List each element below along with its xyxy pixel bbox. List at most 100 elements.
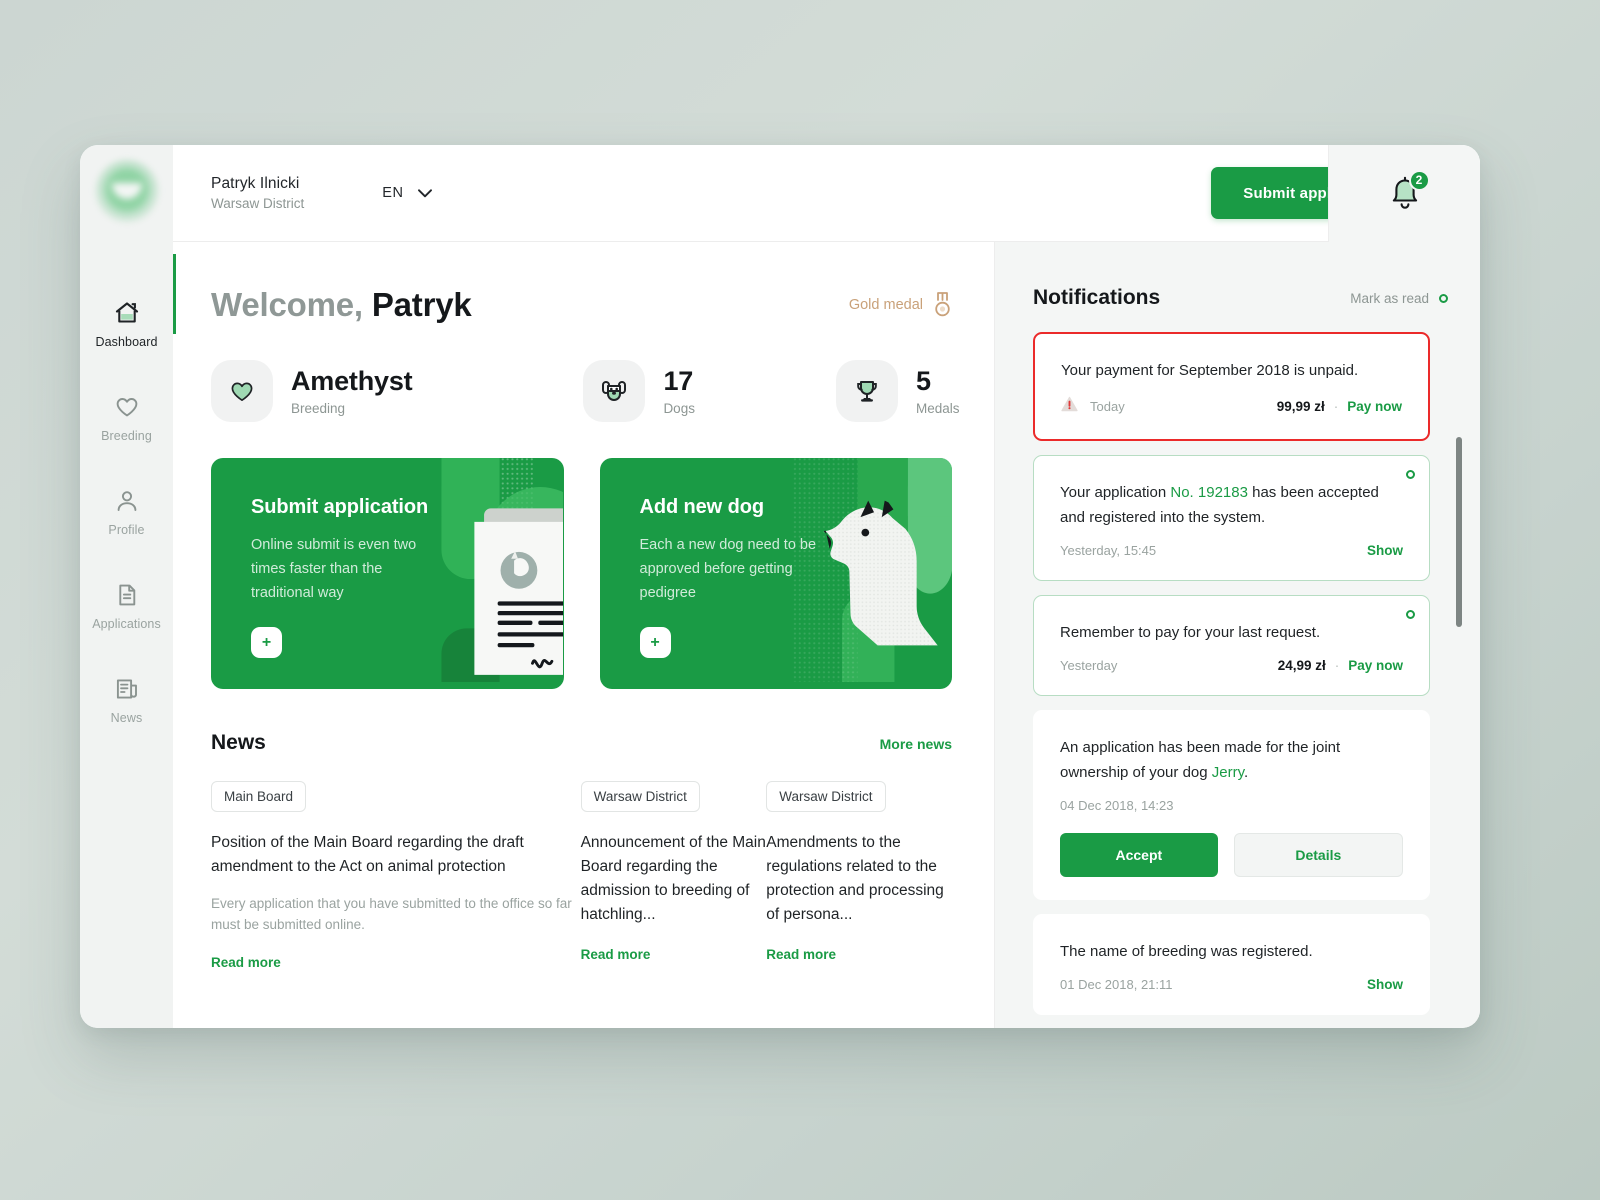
notification-actions: Show: [1367, 543, 1403, 558]
notification-meta: Yesterday 24,99 zł · Pay now: [1060, 658, 1403, 673]
notifications-panel: Notifications Mark as read Your payment …: [994, 242, 1480, 1028]
home-icon: [115, 301, 138, 323]
sidebar: Dashboard Breeding Profile Applications …: [80, 145, 173, 1028]
user-icon: [117, 490, 136, 511]
accept-button[interactable]: Accept: [1060, 833, 1218, 877]
read-more-link[interactable]: Read more: [211, 955, 281, 970]
document-icon: [118, 584, 135, 605]
unread-dot-icon: [1406, 610, 1415, 619]
notifications-list: Your payment for September 2018 is unpai…: [995, 332, 1480, 1028]
news-tag: Warsaw District: [766, 781, 886, 812]
notification-amount: 99,99 zł: [1276, 399, 1325, 414]
sidebar-item-dashboard[interactable]: Dashboard: [80, 277, 173, 371]
stat-value: Amethyst: [291, 366, 413, 396]
news-icon: [116, 678, 137, 699]
pay-now-button[interactable]: Pay now: [1348, 658, 1403, 673]
notification-text: Your application No. 192183 has been acc…: [1060, 480, 1403, 530]
news-item[interactable]: Warsaw District Amendments to the regula…: [766, 781, 952, 972]
notification-time: 04 Dec 2018, 14:23: [1060, 798, 1174, 813]
user-info[interactable]: Patryk Ilnicki Warsaw District: [211, 175, 304, 211]
notification-card[interactable]: Remember to pay for your last request. Y…: [1033, 595, 1430, 696]
details-button[interactable]: Details: [1233, 833, 1403, 877]
notifications-scrollbar[interactable]: [1456, 437, 1462, 627]
news-tag: Main Board: [211, 781, 307, 812]
sidebar-item-label: Breeding: [101, 428, 152, 443]
app-body: Patryk Ilnicki Warsaw District EN Submit…: [173, 145, 1480, 1028]
mark-as-read-button[interactable]: Mark as read: [1350, 291, 1448, 306]
dog-icon: [602, 381, 627, 401]
notification-text: An application has been made for the joi…: [1060, 735, 1403, 785]
notification-text-after: .: [1244, 764, 1249, 781]
notification-amount: 24,99 zł: [1277, 658, 1326, 673]
sidebar-item-profile[interactable]: Profile: [80, 465, 173, 559]
notification-link[interactable]: Jerry: [1212, 764, 1244, 781]
stat-value: 5: [915, 366, 931, 396]
welcome-prefix: Welcome,: [211, 286, 372, 323]
stat-text: 5 Medals: [916, 366, 960, 416]
app-window: Dashboard Breeding Profile Applications …: [80, 145, 1480, 1028]
ring-dot-icon: [1439, 293, 1448, 303]
sidebar-item-label: News: [110, 710, 143, 725]
heart-icon: [116, 397, 137, 416]
read-more-link[interactable]: Read more: [581, 947, 651, 962]
content-split: Welcome, Patryk Gold medal Amethyst Bree…: [173, 242, 1480, 1028]
welcome-name: Patryk: [371, 286, 472, 323]
news-item[interactable]: Main Board Position of the Main Board re…: [211, 781, 581, 972]
notification-time: 01 Dec 2018, 21:11: [1060, 977, 1173, 992]
notification-card[interactable]: Your application No. 192183 has been acc…: [1033, 455, 1430, 581]
notification-time: Yesterday: [1060, 658, 1118, 673]
pay-now-button[interactable]: Pay now: [1347, 399, 1402, 414]
promo-card-submit-application[interactable]: Submit application Online submit is even…: [211, 458, 564, 689]
promo-text: Each a new dog need to be approved befor…: [639, 537, 817, 601]
read-more-link[interactable]: Read more: [766, 947, 836, 962]
chevron-down-icon: [417, 188, 432, 197]
stat-text: Amethyst Breeding: [291, 366, 413, 416]
app-logo[interactable]: [94, 159, 159, 223]
sidebar-item-label: Dashboard: [95, 334, 158, 349]
sidebar-item-applications[interactable]: Applications: [80, 559, 173, 653]
notification-text: Your payment for September 2018 is unpai…: [1061, 362, 1359, 379]
notification-link[interactable]: No. 192183: [1170, 484, 1248, 501]
promo-card-add-new-dog[interactable]: Add new dog Each a new dog need to be ap…: [599, 458, 953, 689]
notification-text-before: Your application: [1060, 484, 1171, 501]
news-item[interactable]: Warsaw District Announcement of the Main…: [580, 781, 767, 972]
promo-title: Add new dog: [639, 496, 765, 518]
notification-time: Today: [1090, 399, 1125, 414]
trophy-icon: [857, 381, 877, 402]
sidebar-item-news[interactable]: News: [80, 653, 173, 747]
notification-buttons: Accept Details: [1060, 833, 1403, 877]
promo-plus-button[interactable]: +: [639, 627, 671, 658]
promo-cards: Submit application Online submit is even…: [211, 458, 952, 689]
main-content: Welcome, Patryk Gold medal Amethyst Bree…: [173, 242, 994, 1028]
news-section: News More news Main Board Position of th…: [211, 731, 952, 972]
notifications-header: Notifications Mark as read: [995, 286, 1480, 310]
notification-card[interactable]: An application has been made for the joi…: [1033, 710, 1430, 900]
show-button[interactable]: Show: [1367, 543, 1403, 558]
stat-label: Dogs: [663, 401, 695, 416]
show-button[interactable]: Show: [1367, 977, 1403, 992]
notification-actions: 99,99 zł · Pay now: [1277, 399, 1402, 414]
mark-as-read-label: Mark as read: [1350, 290, 1429, 306]
heart-icon: [231, 382, 253, 402]
notifications-bell-button[interactable]: 2: [1388, 169, 1430, 212]
promo-plus-button[interactable]: +: [251, 627, 282, 658]
user-district: Warsaw District: [211, 196, 305, 211]
notification-meta: Today 99,99 zł · Pay now: [1061, 396, 1402, 417]
notification-card[interactable]: Your payment for September 2018 is unpai…: [1033, 332, 1430, 441]
news-title: News: [211, 731, 266, 754]
news-headline: Position of the Main Board regarding the…: [211, 834, 524, 875]
sidebar-item-breeding[interactable]: Breeding: [80, 371, 173, 465]
language-selector[interactable]: EN: [382, 185, 432, 201]
promo-content: Add new dog Each a new dog need to be ap…: [600, 458, 953, 658]
page-title: Welcome, Patryk: [211, 286, 472, 324]
notification-card[interactable]: The name of breeding was registered. 01 …: [1033, 914, 1430, 1015]
news-grid: Main Board Position of the Main Board re…: [211, 781, 952, 972]
notification-text: The name of breeding was registered.: [1060, 943, 1313, 960]
news-header: News More news: [211, 731, 952, 755]
notification-meta: 04 Dec 2018, 14:23: [1060, 798, 1403, 813]
separator: ·: [1333, 399, 1339, 414]
topbar: Patryk Ilnicki Warsaw District EN Submit…: [173, 145, 1480, 242]
more-news-link[interactable]: More news: [880, 736, 952, 752]
stat-breeding: Amethyst Breeding: [211, 360, 413, 422]
medal-icon: [935, 292, 950, 317]
